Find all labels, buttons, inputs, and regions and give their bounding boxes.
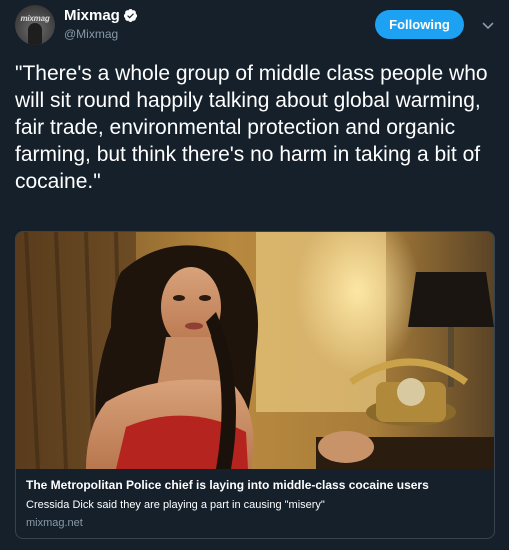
tweet: mixmag Mixmag @Mixmag Following "There's… — [0, 0, 509, 550]
avatar-figure — [28, 23, 42, 45]
card-title[interactable]: The Metropolitan Police chief is laying … — [26, 478, 429, 493]
card-domain: mixmag.net — [26, 517, 83, 529]
following-button[interactable]: Following — [375, 10, 464, 39]
avatar-logo-text: mixmag — [20, 14, 50, 23]
author-display-name[interactable]: Mixmag — [64, 7, 120, 25]
card-image[interactable] — [16, 232, 494, 469]
verified-badge-icon — [123, 8, 138, 23]
avatar[interactable]: mixmag — [15, 5, 55, 45]
link-card[interactable]: The Metropolitan Police chief is laying … — [15, 231, 495, 539]
card-description: Cressida Dick said they are playing a pa… — [26, 499, 325, 511]
tweet-text: "There's a whole group of middle class p… — [15, 62, 488, 193]
chevron-down-icon[interactable] — [482, 19, 494, 31]
author-handle[interactable]: @Mixmag — [64, 27, 118, 41]
